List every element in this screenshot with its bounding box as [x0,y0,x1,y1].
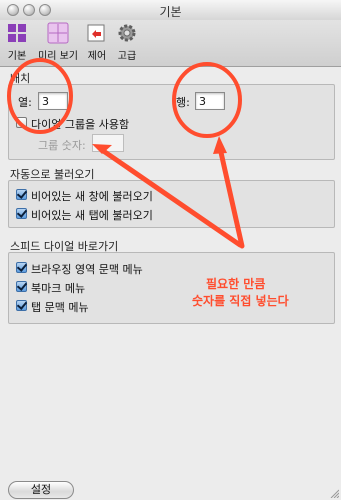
shortcut-tab-menu-checkbox[interactable] [16,300,27,311]
annotation-line-2: 숫자를 직접 넣는다 [192,294,289,308]
columns-label: 열: [18,96,32,109]
toolbar-tab-advanced[interactable]: 고급 [114,22,140,62]
rows-input[interactable]: 3 [195,92,225,110]
settings-button[interactable]: 설정 [8,481,74,499]
gear-icon [118,24,136,42]
title-bar: 기본 [0,0,341,21]
group-count-label: 그룹 숫자: [38,139,86,152]
toolbar-tab-control[interactable]: 제어 [84,22,110,62]
shortcut-browsing-area-checkbox[interactable] [16,262,27,273]
shortcut-browsing-area-label: 브라우징 영역 문맥 메뉴 [31,263,143,276]
columns-input[interactable]: 3 [38,92,68,110]
toolbar-tab-preview[interactable]: 미리 보기 [37,22,79,62]
window-title: 기본 [159,5,182,19]
annotation-line-1: 필요한 만큼 [206,277,266,291]
control-icon [87,24,105,42]
rows-label: 행: [176,96,190,109]
toolbar-tab-basic-label: 기본 [7,51,27,62]
basic-grid-icon [8,24,26,42]
preferences-window: 기본 기본 미리 보기 제어 고급 배치 열: 3 행: 3 다이얼 그룹을 사… [0,0,341,500]
preferences-toolbar: 기본 미리 보기 제어 고급 [0,20,341,67]
toolbar-tab-basic[interactable]: 기본 [4,22,30,62]
shortcut-bookmark-menu-label: 북마크 메뉴 [31,282,86,295]
shortcut-bookmark-menu-checkbox[interactable] [16,281,27,292]
use-groups-checkbox[interactable] [16,117,27,128]
resize-grip-icon[interactable] [329,488,339,498]
use-groups-label: 다이얼 그룹을 사용함 [31,118,130,131]
preview-grid-icon [47,22,69,44]
autoload-new-window-label: 비어있는 새 창에 불러오기 [31,190,153,203]
toolbar-tab-preview-label: 미리 보기 [38,51,78,62]
shortcut-tab-menu-label: 탭 문맥 메뉴 [31,301,89,314]
autoload-new-tab-checkbox[interactable] [16,208,27,219]
group-count-input[interactable] [92,134,124,152]
toolbar-tab-advanced-label: 고급 [117,51,137,62]
autoload-new-tab-label: 비어있는 새 탭에 불러오기 [31,209,153,222]
toolbar-tab-control-label: 제어 [87,51,107,62]
autoload-new-window-checkbox[interactable] [16,189,27,200]
